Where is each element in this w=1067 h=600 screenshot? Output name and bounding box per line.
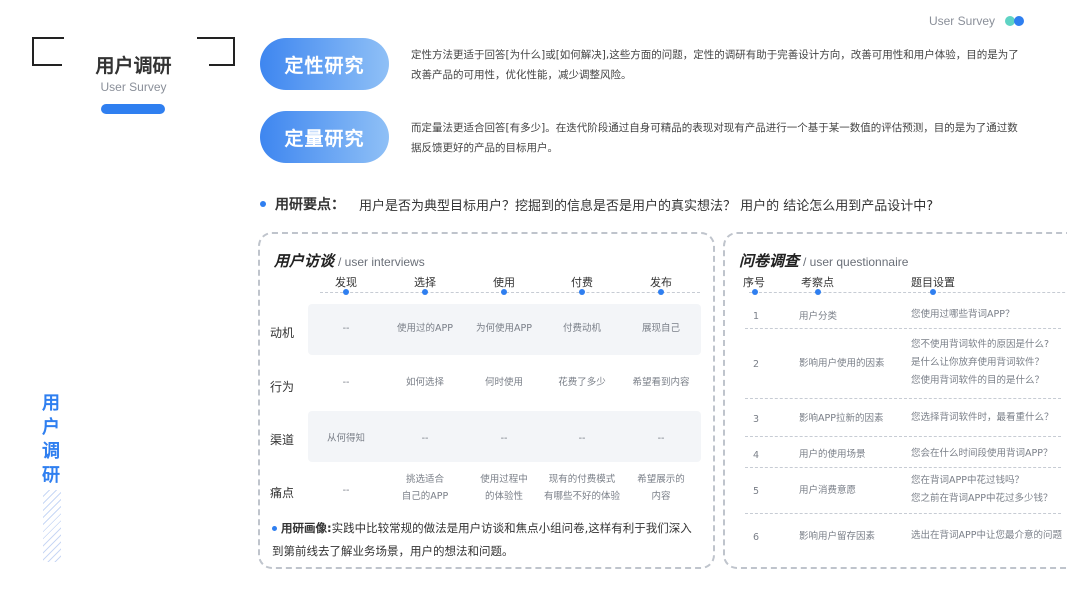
- row-label: 痛点: [270, 486, 295, 500]
- matrix-cell: --: [421, 433, 429, 444]
- page-title: 用户调研: [95, 55, 172, 77]
- question-no: 6: [753, 532, 760, 543]
- matrix-cell: 何时使用: [484, 377, 523, 388]
- matrix-cell: --: [578, 433, 586, 444]
- questionnaire-subtitle: / user questionnaire: [803, 255, 909, 269]
- persona-note-label: 用研画像:: [281, 521, 332, 535]
- matrix-cell: 花费了多少: [558, 377, 606, 388]
- vertical-char: 调: [42, 441, 60, 462]
- timeline-dot: [501, 289, 507, 295]
- question-point: 用户分类: [799, 311, 838, 322]
- matrix-cell: 使用过的APP: [397, 323, 453, 334]
- column-header: 序号: [743, 276, 765, 289]
- question-text: 您选择背词软件时，最看重什么？: [911, 412, 1054, 423]
- title-accent-bar: [101, 104, 165, 114]
- matrix-cell: 希望展示的 内容: [637, 474, 685, 502]
- column-header: 题目设置: [911, 276, 955, 289]
- dot-icon: [260, 201, 266, 207]
- question-text: 您之前在背词APP中花过多少钱？: [911, 493, 1053, 504]
- matrix-cell: 挑选适合 自己的APP: [401, 474, 449, 502]
- interviews-heading: 用户访谈 / user interviews: [274, 250, 425, 271]
- stage-label: 使用: [493, 276, 515, 289]
- questionnaire-panel: 问卷调查 / user questionnaire 序号 考察点 题目设置 1 …: [723, 232, 1067, 569]
- question-point: 影响APP拉新的因素: [799, 413, 884, 424]
- matrix-cell: 现有的付费模式 有哪些不好的体验: [543, 474, 620, 502]
- matrix-cell: --: [342, 323, 350, 334]
- persona-note-text: 实践中比较常规的做法是用户访谈和焦点小组问卷,这样有利于我们深入到第前线去了解业…: [272, 521, 692, 558]
- quantitative-pill: 定量研究: [260, 111, 389, 163]
- timeline-dot: [752, 289, 758, 295]
- timeline-dot: [343, 289, 349, 295]
- matrix-cell: --: [342, 377, 350, 388]
- persona-note: 用研画像:实践中比较常规的做法是用户访谈和焦点小组问卷,这样有利于我们深入到第前…: [272, 517, 692, 563]
- question-no: 4: [753, 450, 760, 461]
- question-point: 影响用户使用的因素: [799, 358, 885, 369]
- row-divider: [745, 328, 1061, 329]
- interviews-title: 用户访谈: [274, 252, 335, 270]
- matrix-cell: --: [657, 433, 665, 444]
- dot-icon: [272, 526, 277, 531]
- timeline-dot: [815, 289, 821, 295]
- stage-label: 付费: [571, 276, 593, 289]
- vertical-char: 研: [42, 465, 60, 486]
- timeline-dot: [579, 289, 585, 295]
- key-points-text: 用户是否为典型目标用户？挖掘到的信息是否是用户的真实想法？ 用户的 结论怎么用到…: [359, 198, 934, 214]
- column-header: 考察点: [801, 276, 834, 289]
- row-divider: [745, 398, 1061, 399]
- question-no: 3: [753, 414, 760, 425]
- vertical-char: 户: [42, 417, 60, 438]
- matrix-cell: 为何使用APP: [476, 323, 532, 334]
- qualitative-desc: 定性方法更适于回答[为什么]或[如何解决],这些方面的问题，定性的调研有助于完善…: [411, 49, 1019, 81]
- question-no: 1: [753, 311, 760, 322]
- question-text: 您不使用背词软件的原因是什么?: [911, 339, 1050, 350]
- column-timeline: [749, 292, 1067, 293]
- page-subtitle: User Survey: [100, 80, 167, 94]
- timeline-dot: [930, 289, 936, 295]
- stage-timeline: [320, 292, 700, 293]
- questionnaire-title: 问卷调查: [739, 252, 800, 270]
- vertical-char: 用: [42, 393, 60, 414]
- timeline-dot: [422, 289, 428, 295]
- row-label: 渠道: [270, 433, 295, 447]
- row-divider: [745, 513, 1061, 514]
- questionnaire-heading: 问卷调查 / user questionnaire: [739, 250, 908, 271]
- question-text: 您会在什么时间段使用背词APP？: [911, 448, 1053, 459]
- question-text: 您使用过哪些背词APP？: [911, 309, 1015, 320]
- brand-header: User Survey: [929, 14, 1025, 28]
- row-label: 行为: [270, 380, 295, 394]
- interviews-subtitle: / user interviews: [338, 255, 425, 269]
- two-circles-icon: [1005, 15, 1025, 27]
- qualitative-pill: 定性研究: [260, 38, 389, 90]
- question-no: 5: [753, 486, 760, 497]
- question-no: 2: [753, 359, 760, 370]
- question-text: 选出在背词APP中让您最介意的问题: [911, 530, 1062, 541]
- row-divider: [745, 436, 1061, 437]
- question-point: 影响用户留存因素: [799, 531, 876, 542]
- matrix-cell: --: [500, 433, 508, 444]
- question-text: 您在背词APP中花过钱吗？: [911, 475, 1024, 486]
- vertical-title: 用 户 调 研: [40, 392, 62, 488]
- key-points-label: 用研要点：: [275, 197, 345, 213]
- matrix-cell: 展现自己: [641, 323, 680, 334]
- quantitative-desc: 而定量法更适合回答[有多少]。在迭代阶段通过自身可精品的表现对现有产品进行一个基…: [411, 122, 1018, 154]
- matrix-cell: 希望看到内容: [632, 377, 690, 388]
- matrix-cell: --: [342, 485, 350, 496]
- key-points: 用研要点： 用户是否为典型目标用户？挖掘到的信息是否是用户的真实想法？ 用户的 …: [260, 194, 933, 214]
- interviews-panel: 用户访谈 / user interviews 发现 选择 使用 付费 发布 动机…: [258, 232, 715, 569]
- stage-label: 发布: [650, 276, 672, 289]
- matrix-cell: 从何得知: [326, 433, 365, 444]
- question-point: 用户消费意愿: [799, 485, 857, 496]
- question-point: 用户的使用场景: [799, 449, 866, 460]
- question-text: 您使用背词软件的目的是什么？: [911, 375, 1045, 386]
- stage-label: 发现: [335, 276, 357, 289]
- row-label: 动机: [270, 326, 295, 340]
- row-divider: [745, 467, 1061, 468]
- brand-text: User Survey: [928, 14, 995, 28]
- matrix-cell: 付费动机: [562, 323, 601, 334]
- question-text: 是什么让你放弃使用背词软件？: [911, 357, 1045, 368]
- hatch-decoration: [43, 490, 61, 562]
- timeline-dot: [658, 289, 664, 295]
- stage-label: 选择: [414, 276, 436, 289]
- matrix-cell: 如何选择: [405, 377, 444, 388]
